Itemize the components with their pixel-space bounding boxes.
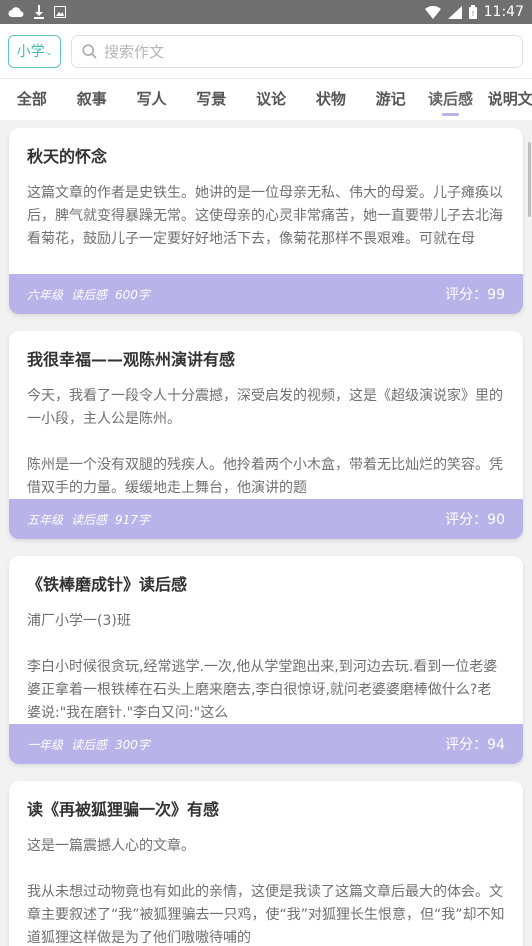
essay-grade: 一年级: [27, 737, 64, 752]
scrollbar[interactable]: [528, 142, 531, 217]
category-tabs: 全部 叙事 写人 写景 议论 状物 游记 读后感 说明文: [0, 78, 532, 120]
tab-argument[interactable]: 议论: [241, 79, 301, 120]
excerpt-paragraph: 李白小时候很贪玩,经常逃学.一次,他从学堂跑出来,到河边去玩.看到一位老婆婆正拿…: [27, 659, 498, 721]
search-input[interactable]: 搜索作文: [71, 34, 523, 68]
tab-all[interactable]: 全部: [2, 79, 62, 120]
excerpt-paragraph: 我从未想过动物竟也有如此的亲情，这便是我读了这篇文章后最大的体会。文章主要叙述了…: [27, 884, 505, 946]
essay-category: 读后感: [71, 287, 108, 302]
tab-travel[interactable]: 游记: [361, 79, 421, 120]
tab-narrative[interactable]: 叙事: [62, 79, 122, 120]
search-icon: [82, 43, 97, 59]
essay-footer: 一年级 读后感 300字 评分：94: [9, 724, 523, 764]
tab-expository[interactable]: 说明文: [480, 79, 532, 120]
essay-title: 秋天的怀念: [27, 147, 108, 166]
excerpt-paragraph: 这是一篇震撼人心的文章。: [27, 838, 195, 854]
tab-portrait[interactable]: 写人: [122, 79, 182, 120]
wifi-icon: [424, 5, 441, 19]
download-icon: [34, 5, 44, 19]
essay-card[interactable]: 《铁棒磨成针》读后感 浦厂小学一(3)班 李白小时候很贪玩,经常逃学.一次,他从…: [9, 556, 523, 764]
search-placeholder: 搜索作文: [104, 42, 165, 61]
essay-title: 读《再被狐狸骗一次》有感: [27, 800, 220, 819]
search-bar: 小学 ⌄ 搜索作文: [0, 24, 532, 78]
chevron-down-icon: ⌄: [45, 47, 53, 57]
status-bar: ! 11:47: [0, 0, 532, 24]
essay-grade: 六年级: [27, 287, 64, 302]
essay-title: 我很幸福——观陈州演讲有感: [27, 350, 236, 369]
tab-reading-review[interactable]: 读后感: [421, 79, 481, 120]
excerpt-paragraph: 陈州是一个没有双腿的残疾人。他拎着两个小木盒，带着无比灿烂的笑容。凭借双手的力量…: [27, 457, 503, 496]
clock: 11:47: [483, 4, 524, 20]
excerpt-paragraph: 浦厂小学一(3)班: [27, 613, 131, 629]
essay-excerpt: 浦厂小学一(3)班 李白小时候很贪玩,经常逃学.一次,他从学堂跑出来,到河边去玩…: [9, 600, 523, 725]
grade-select[interactable]: 小学 ⌄: [8, 34, 61, 68]
essay-list[interactable]: 秋天的怀念 这篇文章的作者是史铁生。她讲的是一位母亲无私、伟大的母爱。儿子瘫痪以…: [0, 120, 532, 946]
essay-word-count: 600字: [115, 287, 150, 302]
essay-card[interactable]: 读《再被狐狸骗一次》有感 这是一篇震撼人心的文章。 我从未想过动物竟也有如此的亲…: [9, 781, 523, 946]
tab-scenery[interactable]: 写景: [181, 79, 241, 120]
essay-card[interactable]: 我很幸福——观陈州演讲有感 今天，我看了一段令人十分震撼，深受启发的视频，这是《…: [9, 331, 523, 539]
essay-word-count: 917字: [115, 512, 150, 527]
essay-excerpt: 这篇文章的作者是史铁生。她讲的是一位母亲无私、伟大的母爱。儿子瘫痪以后，脾气就变…: [9, 172, 523, 251]
excerpt-paragraph: 今天，我看了一段令人十分震撼，深受启发的视频，这是《超级演说家》里的一小段，主人…: [27, 388, 503, 427]
excerpt-paragraph: 这篇文章的作者是史铁生。她讲的是一位母亲无私、伟大的母爱。儿子瘫痪以后，脾气就变…: [27, 185, 503, 247]
battery-icon: !: [468, 5, 477, 19]
signal-icon: [447, 5, 462, 19]
essay-score: 评分：99: [445, 287, 505, 303]
essay-card[interactable]: 秋天的怀念 这篇文章的作者是史铁生。她讲的是一位母亲无私、伟大的母爱。儿子瘫痪以…: [9, 128, 523, 314]
essay-title: 《铁棒磨成针》读后感: [27, 575, 188, 594]
svg-text:!: !: [471, 10, 474, 18]
essay-grade: 五年级: [27, 512, 64, 527]
tab-object[interactable]: 状物: [301, 79, 361, 120]
essay-category: 读后感: [71, 737, 108, 752]
essay-footer: 六年级 读后感 600字 评分：99: [9, 274, 523, 314]
essay-footer: 五年级 读后感 917字 评分：90: [9, 499, 523, 539]
essay-category: 读后感: [71, 512, 108, 527]
grade-select-label: 小学: [16, 44, 45, 60]
essay-excerpt: 这是一篇震撼人心的文章。 我从未想过动物竟也有如此的亲情，这便是我读了这篇文章后…: [9, 825, 523, 946]
cloud-icon: [8, 7, 24, 18]
essay-excerpt: 今天，我看了一段令人十分震撼，深受启发的视频，这是《超级演说家》里的一小段，主人…: [9, 375, 523, 500]
image-icon: [54, 6, 66, 18]
essay-word-count: 300字: [115, 737, 150, 752]
essay-score: 评分：90: [445, 512, 505, 528]
essay-score: 评分：94: [445, 737, 505, 753]
